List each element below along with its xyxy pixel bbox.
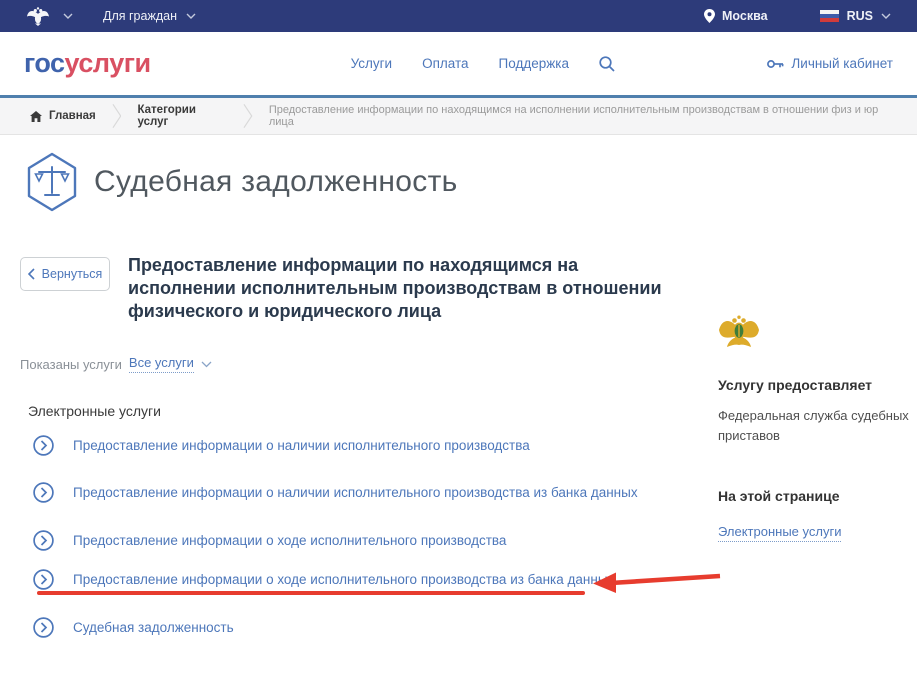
home-icon xyxy=(30,111,42,122)
nav-services[interactable]: Услуги xyxy=(351,56,393,71)
circle-chevron-icon xyxy=(33,569,54,590)
filter-dropdown[interactable]: Все услуги xyxy=(129,355,194,373)
circle-chevron-icon xyxy=(33,482,54,503)
account-link[interactable]: Личный кабинет xyxy=(767,56,893,71)
circle-chevron-icon xyxy=(33,530,54,551)
section-heading-electronic-services: Электронные услуги xyxy=(28,403,161,419)
red-underline-annotation xyxy=(37,591,585,595)
service-link-4-highlighted[interactable]: Предоставление информации о ходе исполни… xyxy=(33,569,614,590)
coat-of-arms-icon xyxy=(26,6,50,26)
page-title: Судебная задолженность xyxy=(94,165,458,199)
service-link-label: Предоставление информации о наличии испо… xyxy=(73,438,530,453)
coat-of-arms-dropdown[interactable] xyxy=(26,6,73,26)
red-arrow-annotation xyxy=(591,567,723,595)
filter-label: Показаны услуги xyxy=(20,357,122,372)
page-title-row: Судебная задолженность xyxy=(25,152,458,212)
main-nav: Услуги Оплата Поддержка xyxy=(351,56,615,72)
flag-ru-icon xyxy=(820,10,839,22)
circle-chevron-icon xyxy=(33,435,54,456)
service-link-label: Предоставление информации о ходе исполни… xyxy=(73,572,614,587)
fssp-emblem-icon xyxy=(718,314,760,350)
chevron-down-icon xyxy=(881,13,891,19)
service-link-label: Судебная задолженность xyxy=(73,620,234,635)
back-button-label: Вернуться xyxy=(42,267,103,281)
chevron-left-icon xyxy=(28,268,35,280)
on-page-link-electronic-services[interactable]: Электронные услуги xyxy=(718,524,841,542)
back-button[interactable]: Вернуться xyxy=(20,257,110,291)
logo[interactable]: госуслуги xyxy=(24,48,151,79)
location-pin-icon xyxy=(704,9,715,23)
nav-payment[interactable]: Оплата xyxy=(422,56,468,71)
breadcrumb-home-label: Главная xyxy=(49,110,96,122)
breadcrumb-separator-icon xyxy=(112,103,122,129)
provider-name: Федеральная служба судебных приставов xyxy=(718,406,910,446)
language-selector[interactable]: RUS xyxy=(820,9,891,23)
audience-dropdown[interactable]: Для граждан xyxy=(103,9,196,23)
service-link-2[interactable]: Предоставление информации о наличии испо… xyxy=(33,482,638,503)
circle-chevron-icon xyxy=(33,617,54,638)
scales-hexagon-icon xyxy=(25,152,79,212)
language-label: RUS xyxy=(847,9,873,23)
service-link-1[interactable]: Предоставление информации о наличии испо… xyxy=(33,435,530,456)
service-link-3[interactable]: Предоставление информации о ходе исполни… xyxy=(33,530,506,551)
on-page-heading: На этой странице xyxy=(718,488,910,504)
breadcrumb: Главная Категории услуг Предоставление и… xyxy=(0,98,917,135)
search-icon[interactable] xyxy=(599,56,615,72)
services-filter: Показаны услуги Все услуги xyxy=(20,355,212,373)
service-link-label: Предоставление информации о ходе исполни… xyxy=(73,533,506,548)
logo-text-red: услуги xyxy=(65,48,151,78)
service-link-5[interactable]: Судебная задолженность xyxy=(33,617,234,638)
chevron-down-icon xyxy=(63,13,73,19)
location-selector[interactable]: Москва xyxy=(704,9,768,23)
key-icon xyxy=(767,59,784,69)
sidebar: Услугу предоставляет Федеральная служба … xyxy=(718,314,910,542)
header: госуслуги Услуги Оплата Поддержка Личный… xyxy=(0,32,917,95)
breadcrumb-separator-icon xyxy=(243,103,253,129)
topbar: Для граждан Москва RUS xyxy=(0,0,917,32)
audience-label: Для граждан xyxy=(103,9,177,23)
provider-heading: Услугу предоставляет xyxy=(718,377,910,393)
chevron-down-icon xyxy=(186,13,196,19)
chevron-down-icon[interactable] xyxy=(201,361,212,368)
account-label: Личный кабинет xyxy=(791,56,893,71)
breadcrumb-current: Предоставление информации по находящимся… xyxy=(269,104,887,128)
service-group-heading: Предоставление информации по находящимся… xyxy=(128,254,680,323)
breadcrumb-category[interactable]: Категории услуг xyxy=(137,104,227,128)
logo-text-blue: гос xyxy=(24,48,65,78)
nav-support[interactable]: Поддержка xyxy=(499,56,569,71)
location-label: Москва xyxy=(722,9,768,23)
service-link-label: Предоставление информации о наличии испо… xyxy=(73,485,638,500)
breadcrumb-home[interactable]: Главная xyxy=(30,110,96,122)
